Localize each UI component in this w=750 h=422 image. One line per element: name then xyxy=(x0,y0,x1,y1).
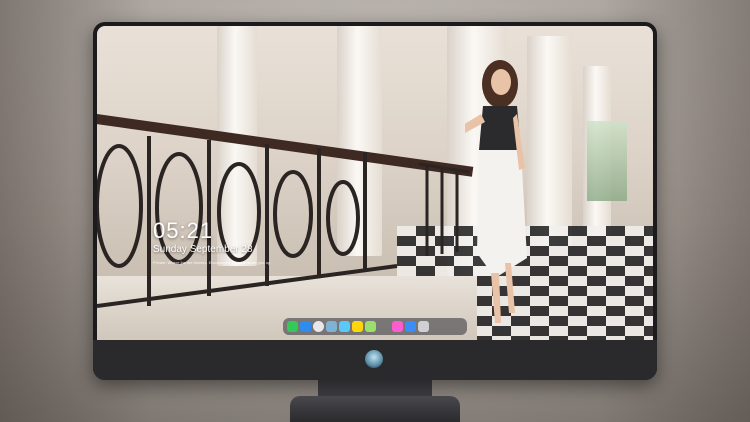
clock-date: Sunday September 28 xyxy=(153,244,253,255)
lock-screen[interactable]: 05:21 Sunday September 28 Private: Where… xyxy=(97,26,653,340)
lockscreen-quote: Private: Where jhs are flowers, Encourag… xyxy=(153,260,271,265)
monitor-stand-neck xyxy=(318,380,432,396)
woman-figure xyxy=(465,60,527,323)
app-store-icon[interactable] xyxy=(405,321,416,332)
photos-icon[interactable] xyxy=(365,321,376,332)
finder-icon[interactable] xyxy=(300,321,311,332)
clapper-icon[interactable] xyxy=(339,321,350,332)
camera-icon[interactable] xyxy=(418,321,429,332)
monitor-stand-base xyxy=(290,396,460,422)
monitor-chin xyxy=(93,340,657,380)
messages-icon[interactable] xyxy=(287,321,298,332)
itunes-icon[interactable] xyxy=(392,321,403,332)
dock xyxy=(283,318,467,335)
notes-icon[interactable] xyxy=(352,321,363,332)
safari-icon[interactable] xyxy=(313,321,324,332)
clock-time: 05:21 xyxy=(153,218,214,243)
alienware-logo-icon xyxy=(365,350,383,368)
window xyxy=(587,121,627,201)
preview-icon[interactable] xyxy=(326,321,337,332)
monitor: 05:21 Sunday September 28 Private: Where… xyxy=(93,22,657,380)
